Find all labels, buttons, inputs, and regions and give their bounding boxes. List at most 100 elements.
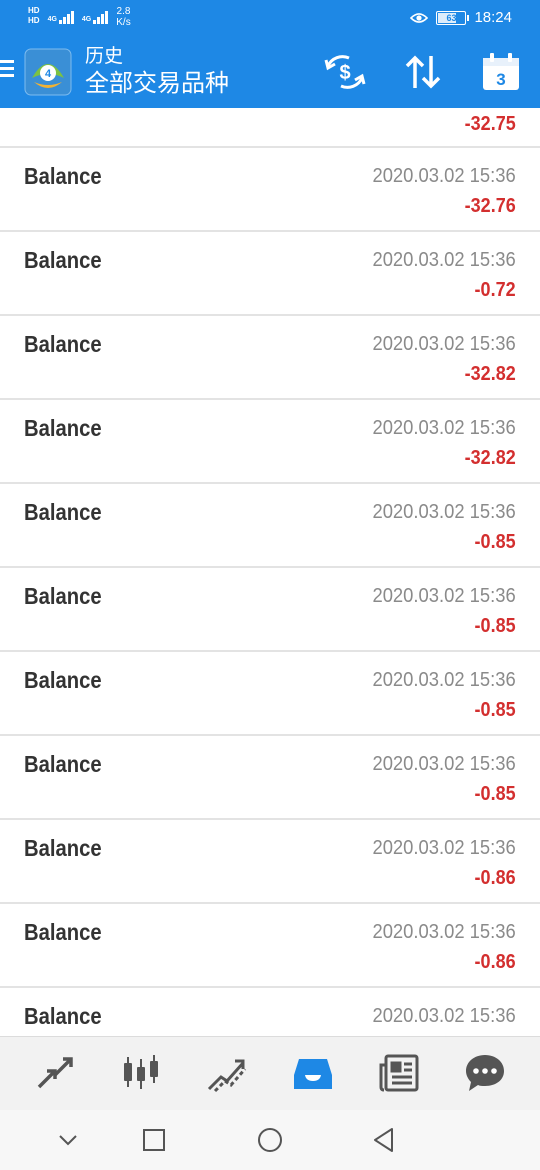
- nav-recents-button[interactable]: [138, 1124, 170, 1156]
- tab-news[interactable]: [377, 1051, 421, 1095]
- symbol-name: Balance: [24, 499, 102, 525]
- symbol-name: Balance: [24, 919, 102, 945]
- quotes-icon: [37, 1057, 73, 1089]
- circle-icon: [258, 1128, 282, 1152]
- speed-unit: K/s: [116, 17, 131, 28]
- list-item[interactable]: Balance 2020.03.02 15:36 -0.85: [0, 652, 540, 736]
- svg-text:$: $: [339, 62, 350, 84]
- menu-button[interactable]: [0, 60, 16, 82]
- timestamp: 2020.03.02 15:36: [372, 333, 516, 355]
- sort-icon[interactable]: [401, 52, 445, 92]
- list-item[interactable]: Balance 2020.03.02 15:36 -0.85: [0, 484, 540, 568]
- list-item[interactable]: Balance 2020.03.02 15:36 -0.85: [0, 568, 540, 652]
- timestamp: 2020.03.02 15:36: [372, 249, 516, 271]
- status-right: 63 18:24: [410, 9, 512, 26]
- triangle-back-icon: [374, 1128, 393, 1152]
- amount: -32.76: [464, 195, 516, 217]
- signal-bars-icon: [58, 10, 74, 24]
- amount: -0.86: [474, 867, 516, 889]
- top-bar: HD HD 4G 4G 2.8 K/s 63 18:24 4 历史 全部交易品种…: [0, 0, 540, 108]
- timestamp: 2020.03.02 15:36: [372, 837, 516, 859]
- timestamp: 2020.03.02 15:36: [372, 165, 516, 187]
- signal-1: 4G: [48, 6, 74, 24]
- list-item[interactable]: Balance 2020.03.02 15:36 -0.86: [0, 904, 540, 988]
- calendar-icon[interactable]: 3: [479, 52, 523, 92]
- list-item[interactable]: Balance 2020.03.02 15:36 -0.85: [0, 736, 540, 820]
- news-icon: [379, 1054, 419, 1092]
- symbol-name: Balance: [24, 163, 102, 189]
- list-item[interactable]: Balance 2020.03.02 15:36: [0, 988, 540, 1036]
- amount: -0.72: [474, 279, 516, 301]
- symbol-name: Balance: [24, 583, 102, 609]
- symbol-name: Balance: [24, 835, 102, 861]
- eye-comfort-icon: [410, 12, 429, 23]
- status-left: HD HD 4G 4G 2.8 K/s: [28, 6, 131, 28]
- amount: -0.85: [474, 699, 516, 721]
- history-list[interactable]: -32.75 Balance 2020.03.02 15:36 -32.76 Bala…: [0, 108, 540, 1036]
- menu-icon: [0, 60, 14, 63]
- sim1-hd: HD: [28, 6, 40, 15]
- amount: -0.85: [474, 531, 516, 553]
- net2-label: 4G: [81, 16, 92, 23]
- chart-icon: [124, 1055, 158, 1089]
- amount: -32.82: [464, 363, 516, 385]
- hd-indicator: HD HD: [28, 6, 40, 26]
- app-bar: 4 历史 全部交易品种 $ 3: [0, 38, 540, 108]
- symbol-name: Balance: [24, 751, 102, 777]
- tab-chart[interactable]: [119, 1051, 163, 1095]
- amount: -32.82: [464, 447, 516, 469]
- nav-collapse-button[interactable]: [52, 1124, 84, 1156]
- currency-exchange-icon[interactable]: $: [323, 52, 367, 92]
- list-item[interactable]: Balance 2020.03.02 15:36 -0.72: [0, 232, 540, 316]
- system-nav-bar: [0, 1110, 540, 1170]
- timestamp: 2020.03.02 15:36: [372, 585, 516, 607]
- list-item[interactable]: Balance 2020.03.02 15:36 -0.86: [0, 820, 540, 904]
- page-subtitle: 历史: [85, 46, 124, 67]
- trade-icon: [207, 1059, 247, 1093]
- amount: -0.85: [474, 615, 516, 637]
- battery-icon: 63: [436, 10, 470, 25]
- timestamp: 2020.03.02 15:36: [372, 753, 516, 775]
- tab-chat[interactable]: [463, 1051, 507, 1095]
- list-item[interactable]: -32.75: [0, 108, 540, 148]
- tab-quotes[interactable]: [33, 1051, 77, 1095]
- symbol-name: Balance: [24, 667, 102, 693]
- metatrader-logo-icon[interactable]: 4: [24, 48, 72, 96]
- timestamp: 2020.03.02 15:36: [372, 501, 516, 523]
- square-icon: [143, 1129, 165, 1151]
- symbol-name: Balance: [24, 247, 102, 273]
- app-bar-titles: 历史 全部交易品种: [85, 46, 229, 100]
- signal-2: 4G: [81, 6, 109, 24]
- timestamp: 2020.03.02 15:36: [372, 669, 516, 691]
- symbol-name: Balance: [24, 1003, 102, 1029]
- list-item[interactable]: Balance 2020.03.02 15:36 -32.82: [0, 316, 540, 400]
- amount: -32.75: [464, 113, 516, 135]
- timestamp: 2020.03.02 15:36: [372, 921, 516, 943]
- page-title[interactable]: 全部交易品种: [85, 68, 229, 100]
- chat-icon: [466, 1055, 504, 1091]
- status-bar: HD HD 4G 4G 2.8 K/s 63 18:24: [0, 0, 540, 38]
- amount: -0.85: [474, 783, 516, 805]
- list-item[interactable]: Balance 2020.03.02 15:36 -32.82: [0, 400, 540, 484]
- network-speed: 2.8 K/s: [116, 6, 130, 28]
- signal-bars-icon: [93, 10, 109, 24]
- list-item[interactable]: Balance 2020.03.02 15:36 -32.76: [0, 148, 540, 232]
- svg-text:4: 4: [45, 68, 52, 80]
- speed-value: 2.8: [116, 6, 131, 17]
- timestamp: 2020.03.02 15:36: [372, 1005, 516, 1027]
- tab-trade[interactable]: [205, 1051, 249, 1095]
- nav-home-button[interactable]: [254, 1124, 286, 1156]
- amount: -0.86: [474, 951, 516, 973]
- history-icon: [294, 1059, 332, 1089]
- symbol-name: Balance: [24, 415, 102, 441]
- symbol-name: Balance: [24, 331, 102, 357]
- calendar-day: 3: [496, 70, 505, 89]
- bottom-tab-bar: [0, 1036, 540, 1110]
- nav-back-button[interactable]: [368, 1124, 400, 1156]
- sim2-hd: HD: [28, 16, 40, 25]
- tab-history[interactable]: [291, 1051, 335, 1095]
- chevron-down-icon: [59, 1135, 77, 1146]
- timestamp: 2020.03.02 15:36: [372, 417, 516, 439]
- battery-percent: 63: [446, 12, 457, 23]
- net1-label: 4G: [47, 16, 57, 23]
